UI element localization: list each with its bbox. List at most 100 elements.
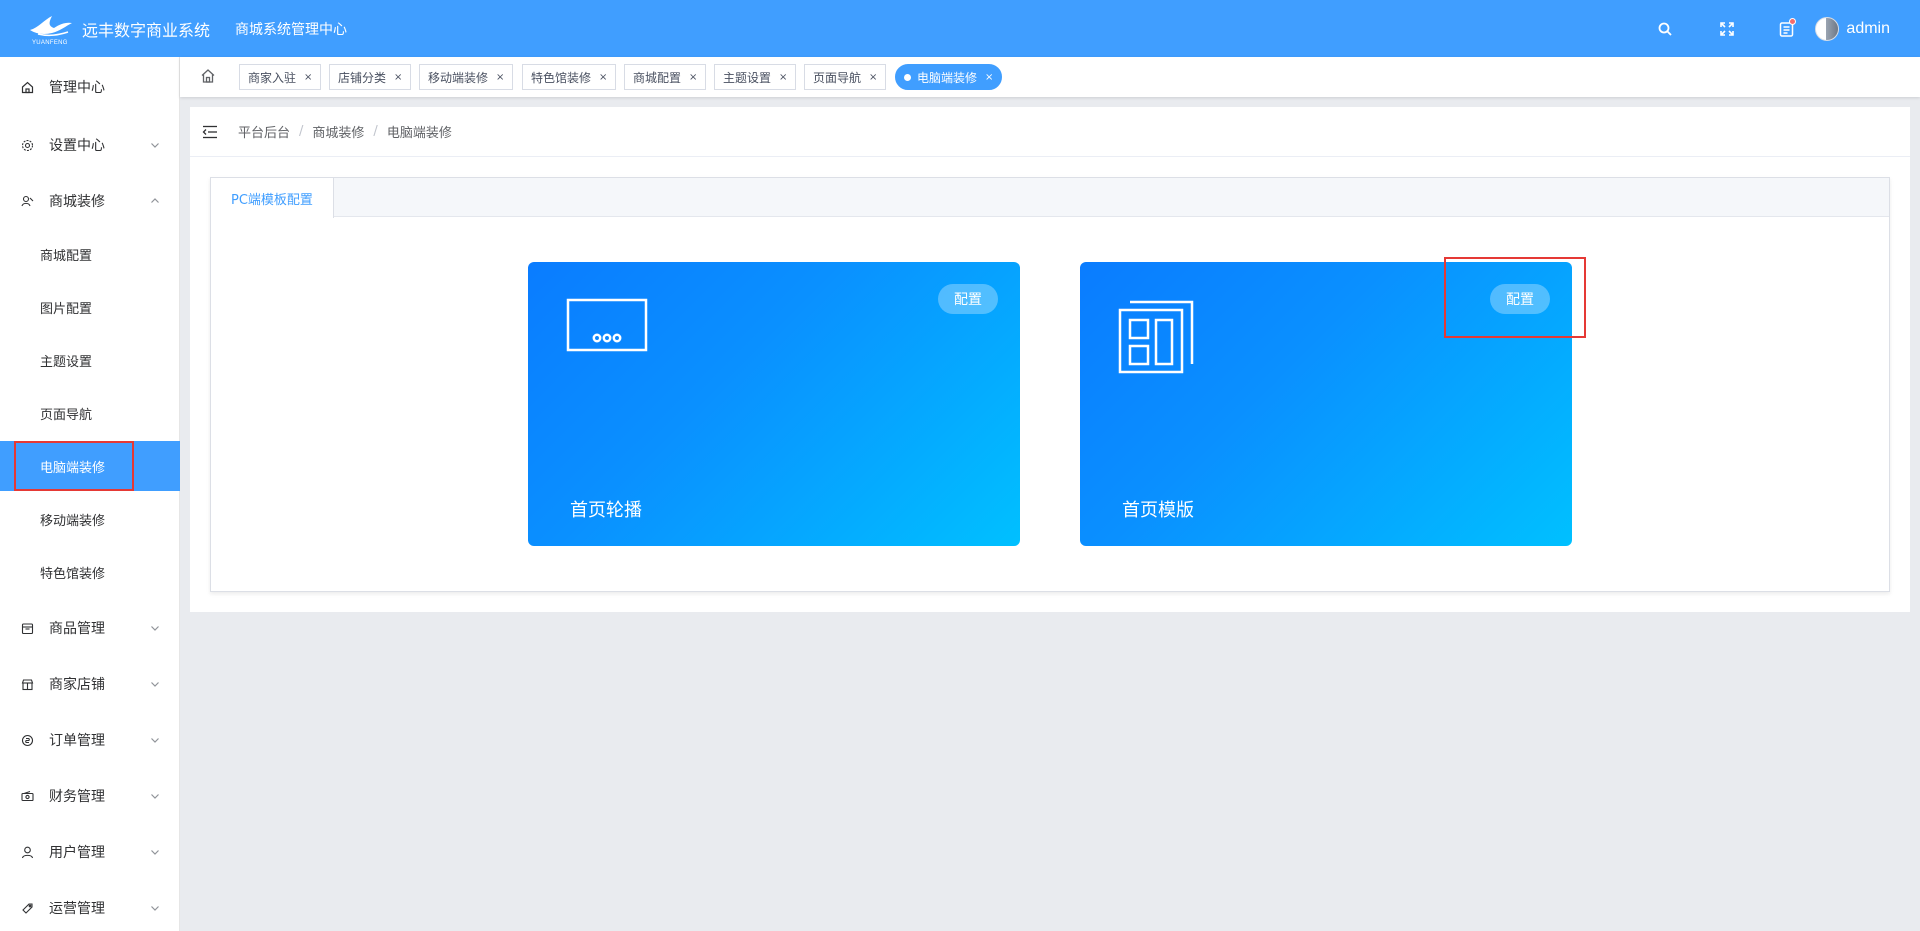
close-icon[interactable]: × bbox=[689, 72, 697, 83]
sidebar-subitem-mall-config[interactable]: 商城配置 bbox=[0, 229, 180, 279]
chevron-down-icon bbox=[151, 906, 159, 911]
tags-bar: 商家入驻 × 店铺分类 × 移动端装修 × 特色馆装修 × 商城配置 × 主题设置 × 页面… bbox=[180, 57, 1920, 97]
system-name: 商城系统管理中心 bbox=[235, 21, 347, 38]
close-icon[interactable]: × bbox=[779, 72, 787, 83]
card-title: 首页轮播 bbox=[570, 500, 642, 521]
tag-mall-config[interactable]: 商城配置 × bbox=[624, 64, 707, 90]
operation-icon bbox=[20, 901, 34, 915]
search-icon[interactable] bbox=[1655, 19, 1675, 39]
sidebar-item-label: 订单管理 bbox=[49, 733, 105, 749]
tag-label: 电脑端装修 bbox=[917, 70, 978, 85]
menu-fold-icon[interactable] bbox=[202, 124, 218, 140]
tag-label: 特色馆装修 bbox=[531, 70, 592, 85]
tab-card: PC端模板配置 bbox=[210, 177, 1890, 592]
sidebar-subitem-mobile-decoration[interactable]: 移动端装修 bbox=[0, 494, 180, 544]
sidebar-item-label: 运营管理 bbox=[49, 901, 105, 917]
close-icon[interactable]: × bbox=[869, 72, 877, 83]
gear-icon bbox=[20, 138, 34, 152]
sidebar-item-goods[interactable]: 商品管理 bbox=[0, 603, 180, 653]
chevron-down-icon bbox=[151, 626, 159, 631]
sidebar-item-users[interactable]: 用户管理 bbox=[0, 827, 180, 877]
tag-feature-hall-decoration[interactable]: 特色馆装修 × bbox=[522, 64, 617, 90]
sidebar-subitem-pc-decoration[interactable]: 电脑端装修 bbox=[0, 441, 180, 491]
chevron-down-icon bbox=[151, 794, 159, 799]
chevron-down-icon bbox=[151, 143, 159, 148]
breadcrumb-bar: 平台后台 / 商城装修 / 电脑端装修 bbox=[190, 107, 1910, 157]
notification-icon[interactable] bbox=[1777, 17, 1797, 39]
logo-subtext: YUANFENG bbox=[32, 39, 68, 46]
sidebar-item-settings[interactable]: 设置中心 bbox=[0, 120, 180, 170]
sidebar-item-orders[interactable]: 订单管理 bbox=[0, 715, 180, 765]
top-header: YUANFENG 远丰数字商业系统 商城系统管理中心 admin bbox=[0, 0, 1920, 57]
chevron-up-icon bbox=[151, 198, 159, 203]
config-button[interactable]: 配置 bbox=[938, 284, 998, 314]
tag-label: 页面导航 bbox=[813, 70, 862, 85]
breadcrumb-item[interactable]: 商城装修 bbox=[312, 122, 364, 141]
tag-mobile-decoration[interactable]: 移动端装修 × bbox=[419, 64, 514, 90]
template-layout-icon bbox=[1118, 298, 1196, 380]
tag-label: 商家入驻 bbox=[248, 70, 297, 85]
notification-badge bbox=[1789, 17, 1797, 25]
order-icon bbox=[20, 733, 34, 747]
avatar bbox=[1815, 16, 1840, 41]
close-icon[interactable]: × bbox=[496, 72, 504, 83]
sidebar-item-mall-decoration[interactable]: 商城装修 bbox=[0, 176, 180, 226]
close-icon[interactable]: × bbox=[985, 72, 993, 83]
user-name: admin bbox=[1846, 19, 1890, 37]
config-card-home-template: 配置 首页模版 bbox=[1080, 262, 1572, 546]
sidebar-subitem-theme-settings[interactable]: 主题设置 bbox=[0, 335, 180, 385]
sidebar-subitem-image-config[interactable]: 图片配置 bbox=[0, 282, 180, 332]
tab-header: PC端模板配置 bbox=[211, 178, 1889, 218]
home-tab-icon[interactable] bbox=[198, 66, 218, 86]
sidebar-subitem-feature-hall-decoration[interactable]: 特色馆装修 bbox=[0, 547, 180, 597]
tag-theme-settings[interactable]: 主题设置 × bbox=[714, 64, 797, 90]
active-dot bbox=[904, 73, 911, 81]
logo-bird-icon bbox=[30, 15, 72, 36]
config-button[interactable]: 配置 bbox=[1490, 284, 1550, 314]
store-icon bbox=[20, 677, 34, 691]
tag-store-category[interactable]: 店铺分类 × bbox=[329, 64, 412, 90]
user-menu[interactable]: admin bbox=[1815, 16, 1890, 41]
breadcrumb-item[interactable]: 平台后台 bbox=[238, 122, 290, 141]
finance-icon bbox=[20, 789, 34, 803]
sidebar-item-merchant-store[interactable]: 商家店铺 bbox=[0, 659, 180, 709]
tag-label: 主题设置 bbox=[723, 70, 772, 85]
sidebar-item-management-center[interactable]: 管理中心 bbox=[0, 62, 180, 112]
user-icon bbox=[20, 845, 34, 859]
fullscreen-icon[interactable] bbox=[1717, 19, 1737, 39]
tag-label: 商城配置 bbox=[633, 70, 682, 85]
card-title: 首页模版 bbox=[1122, 500, 1194, 521]
sidebar-item-label: 用户管理 bbox=[49, 845, 105, 861]
breadcrumb-item-current: 电脑端装修 bbox=[386, 126, 452, 141]
tab-pc-template-config[interactable]: PC端模板配置 bbox=[211, 178, 334, 218]
chevron-down-icon bbox=[151, 682, 159, 687]
banner-carousel-icon bbox=[566, 298, 648, 358]
logo: YUANFENG bbox=[28, 14, 74, 46]
brand-name: 远丰数字商业系统 bbox=[82, 20, 211, 40]
tag-merchant-onboarding[interactable]: 商家入驻 × bbox=[239, 64, 322, 90]
breadcrumb-separator: / bbox=[373, 124, 378, 139]
sidebar-item-label: 商家店铺 bbox=[49, 677, 105, 693]
close-icon[interactable]: × bbox=[304, 72, 312, 83]
brand: YUANFENG 远丰数字商业系统 bbox=[0, 14, 230, 46]
sidebar-item-label: 财务管理 bbox=[49, 789, 105, 805]
home-icon bbox=[20, 80, 34, 94]
sidebar: 管理中心 设置中心 商城装修 商城配置 图片配置 主题设置 页面导航 电脑端装修… bbox=[0, 57, 180, 931]
close-icon[interactable]: × bbox=[599, 72, 607, 83]
tag-pc-decoration[interactable]: 电脑端装修 × bbox=[895, 64, 1003, 90]
chevron-down-icon bbox=[151, 850, 159, 855]
sidebar-item-operations[interactable]: 运营管理 bbox=[0, 883, 180, 931]
breadcrumb: 平台后台 / 商城装修 / 电脑端装修 bbox=[238, 122, 452, 141]
tag-page-navigation[interactable]: 页面导航 × bbox=[804, 64, 887, 90]
breadcrumb-separator: / bbox=[299, 124, 304, 139]
close-icon[interactable]: × bbox=[394, 72, 402, 83]
decoration-icon bbox=[20, 194, 34, 208]
config-card-home-carousel: 配置 首页轮播 bbox=[528, 262, 1020, 546]
header-actions: admin bbox=[1655, 0, 1920, 57]
chevron-down-icon bbox=[151, 738, 159, 743]
sidebar-item-label: 商城装修 bbox=[49, 194, 105, 210]
sidebar-item-label: 商品管理 bbox=[49, 621, 105, 637]
sidebar-subitem-page-navigation[interactable]: 页面导航 bbox=[0, 388, 180, 438]
sidebar-item-label: 管理中心 bbox=[49, 80, 105, 96]
sidebar-item-finance[interactable]: 财务管理 bbox=[0, 771, 180, 821]
